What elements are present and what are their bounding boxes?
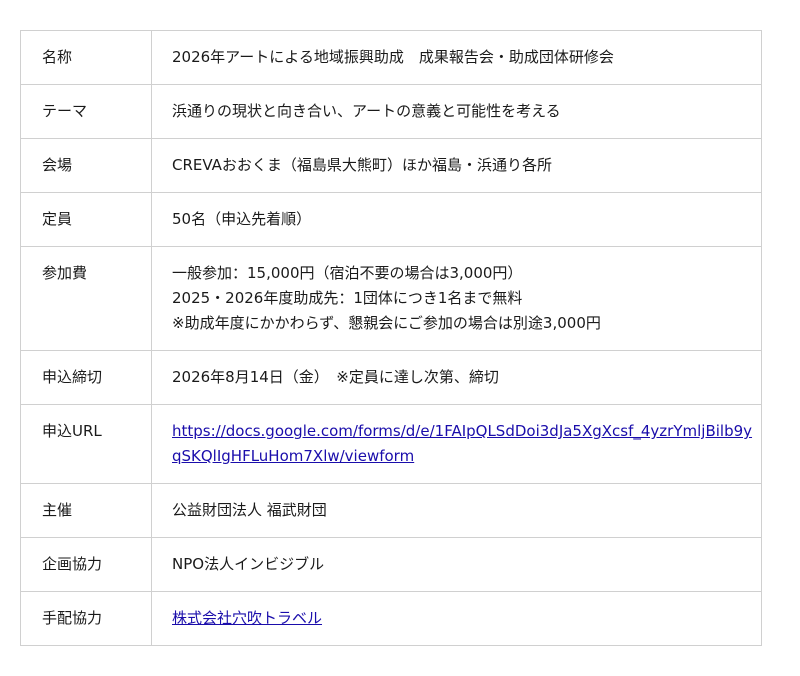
value-name: 2026年アートによる地域振興助成 成果報告会・助成団体研修会: [151, 30, 762, 85]
value-url: https://docs.google.com/forms/d/e/1FAIpQ…: [151, 404, 762, 484]
table-row-travel: 手配協力 株式会社穴吹トラベル: [20, 591, 762, 646]
label-organizer: 主催: [20, 483, 152, 538]
label-theme: テーマ: [20, 84, 152, 139]
fee-line-general: 一般参加：15,000円（宿泊不要の場合は3,000円）: [172, 264, 523, 282]
value-deadline: 2026年8月14日（金） ※定員に達し次第、締切: [151, 350, 762, 405]
table-row-planning: 企画協力 NPO法人インビジブル: [20, 537, 762, 592]
fee-line-grantee: 2025・2026年度助成先：1団体につき1名まで無料: [172, 289, 523, 307]
table-row-url: 申込URL https://docs.google.com/forms/d/e/…: [20, 404, 762, 484]
travel-agency-link[interactable]: 株式会社穴吹トラベル: [172, 609, 322, 627]
label-url: 申込URL: [20, 404, 152, 484]
value-planning: NPO法人インビジブル: [151, 537, 762, 592]
application-url-link[interactable]: https://docs.google.com/forms/d/e/1FAIpQ…: [172, 422, 752, 465]
label-name: 名称: [20, 30, 152, 85]
value-organizer: 公益財団法人 福武財団: [151, 483, 762, 538]
value-travel: 株式会社穴吹トラベル: [151, 591, 762, 646]
table-row-organizer: 主催 公益財団法人 福武財団: [20, 483, 762, 538]
label-capacity: 定員: [20, 192, 152, 247]
fee-line-party: ※助成年度にかかわらず、懇親会にご参加の場合は別途3,000円: [172, 314, 601, 332]
event-info-table: 名称 2026年アートによる地域振興助成 成果報告会・助成団体研修会 テーマ 浜…: [20, 30, 762, 646]
table-row-fee: 参加費 一般参加：15,000円（宿泊不要の場合は3,000円） 2025・20…: [20, 246, 762, 351]
table-row-theme: テーマ 浜通りの現状と向き合い、アートの意義と可能性を考える: [20, 84, 762, 139]
value-theme: 浜通りの現状と向き合い、アートの意義と可能性を考える: [151, 84, 762, 139]
label-venue: 会場: [20, 138, 152, 193]
value-capacity: 50名（申込先着順）: [151, 192, 762, 247]
table-row-name: 名称 2026年アートによる地域振興助成 成果報告会・助成団体研修会: [20, 30, 762, 85]
label-planning: 企画協力: [20, 537, 152, 592]
value-fee: 一般参加：15,000円（宿泊不要の場合は3,000円） 2025・2026年度…: [151, 246, 762, 351]
table-row-venue: 会場 CREVAおおくま（福島県大熊町）ほか福島・浜通り各所: [20, 138, 762, 193]
label-travel: 手配協力: [20, 591, 152, 646]
label-deadline: 申込締切: [20, 350, 152, 405]
value-venue: CREVAおおくま（福島県大熊町）ほか福島・浜通り各所: [151, 138, 762, 193]
table-row-capacity: 定員 50名（申込先着順）: [20, 192, 762, 247]
table-row-deadline: 申込締切 2026年8月14日（金） ※定員に達し次第、締切: [20, 350, 762, 405]
label-fee: 参加費: [20, 246, 152, 351]
